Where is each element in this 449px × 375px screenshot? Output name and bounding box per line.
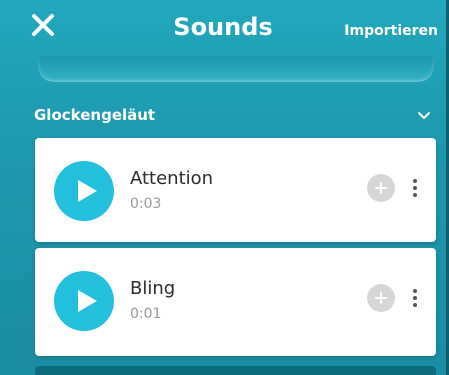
play-icon xyxy=(78,180,97,202)
more-options-button[interactable] xyxy=(405,284,425,312)
sound-duration: 0:01 xyxy=(130,306,162,322)
category-label: Glockengeläut xyxy=(34,106,156,124)
play-button[interactable] xyxy=(54,161,114,221)
more-vertical-icon xyxy=(413,289,417,307)
add-button[interactable] xyxy=(367,174,395,202)
play-button[interactable] xyxy=(54,271,114,331)
search-bar[interactable] xyxy=(38,56,434,82)
play-icon xyxy=(78,290,97,312)
chevron-down-icon xyxy=(418,112,430,119)
sound-name: Bling xyxy=(130,278,176,299)
plus-icon xyxy=(375,292,387,304)
sound-card: Attention 0:03 xyxy=(35,138,436,242)
sound-duration: 0:03 xyxy=(130,196,162,212)
more-options-button[interactable] xyxy=(405,174,425,202)
sounds-panel: Sounds Importieren Glockengeläut Attenti… xyxy=(0,0,449,375)
add-button[interactable] xyxy=(367,284,395,312)
plus-icon xyxy=(375,182,387,194)
sound-name: Attention xyxy=(130,168,214,189)
category-header[interactable]: Glockengeläut xyxy=(0,104,446,128)
top-bar: Sounds Importieren xyxy=(0,0,446,62)
next-card-edge xyxy=(35,366,436,375)
import-button[interactable]: Importieren xyxy=(344,23,438,39)
sound-card: Bling 0:01 xyxy=(35,248,436,356)
more-vertical-icon xyxy=(413,179,417,197)
